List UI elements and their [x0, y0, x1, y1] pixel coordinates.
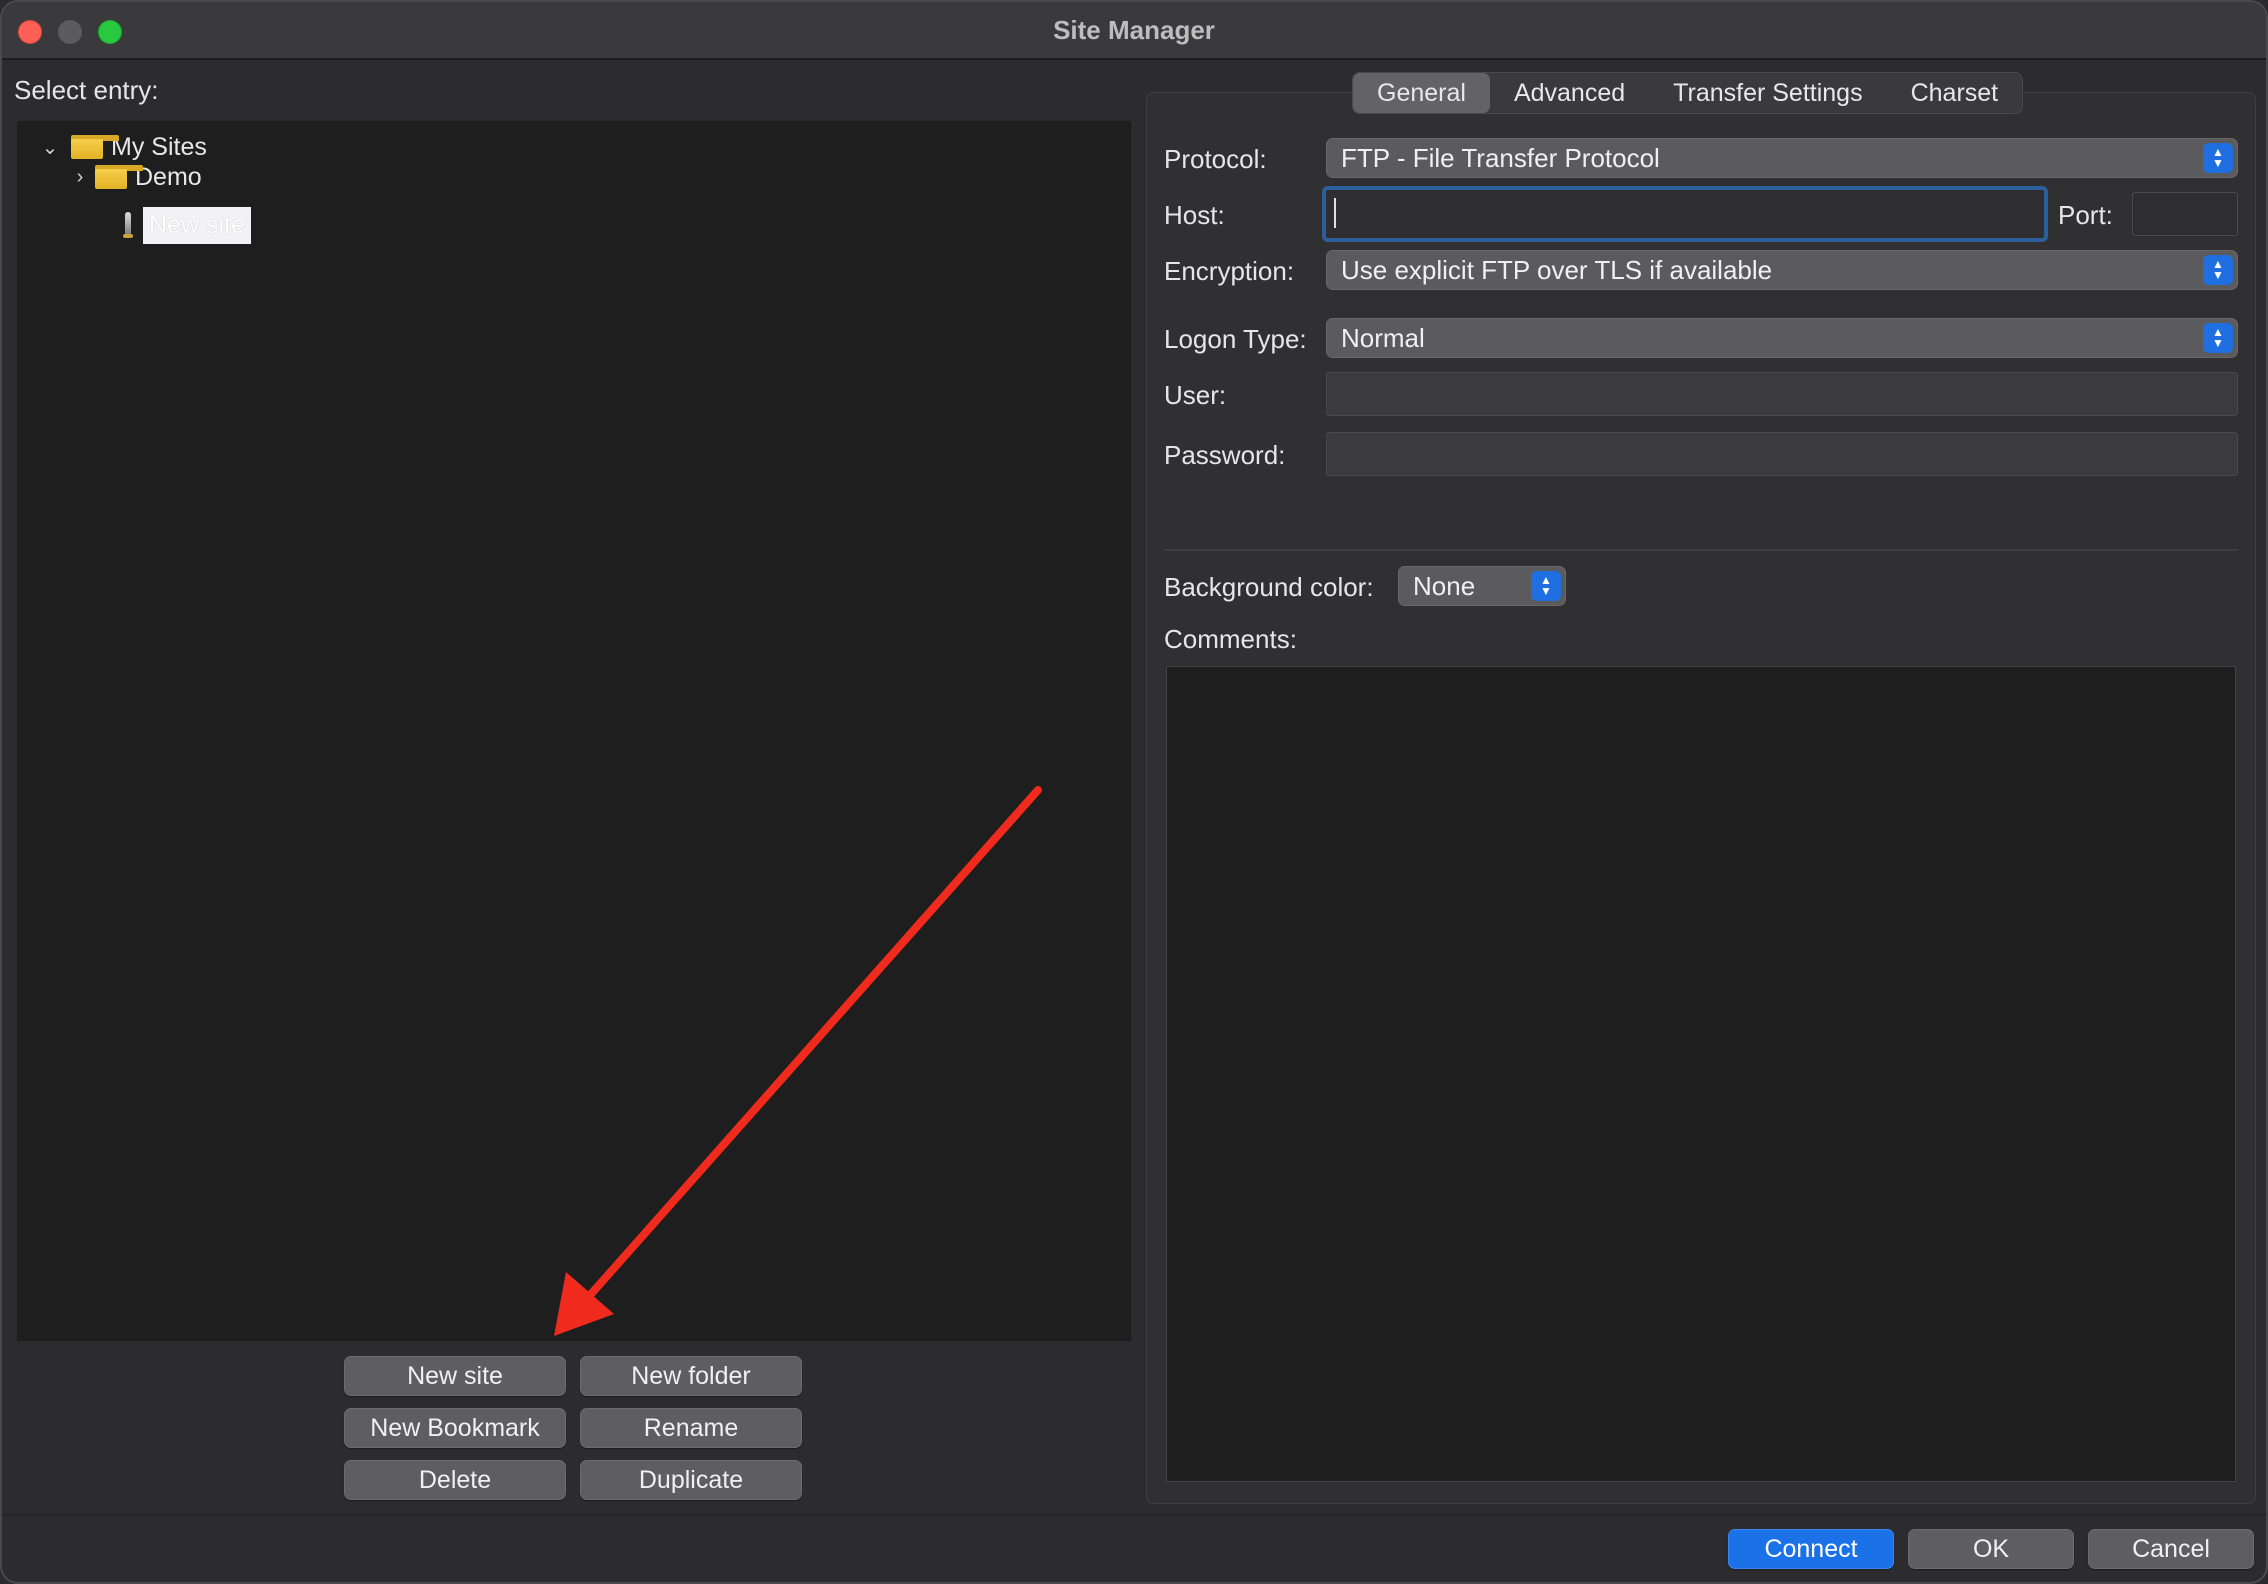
tree-item-new-site[interactable]: New site: [121, 201, 251, 249]
connect-button[interactable]: Connect: [1728, 1529, 1894, 1569]
encryption-value: Use explicit FTP over TLS if available: [1341, 254, 1773, 285]
rename-button[interactable]: Rename: [580, 1408, 802, 1448]
protocol-label: Protocol:: [1164, 144, 1267, 174]
port-input[interactable]: [2132, 192, 2238, 236]
new-site-button[interactable]: New site: [344, 1356, 566, 1396]
site-tree[interactable]: ⌄ My Sites › Demo New site: [16, 120, 1132, 1342]
delete-button[interactable]: Delete: [344, 1460, 566, 1500]
tab-transfer-settings[interactable]: Transfer Settings: [1649, 73, 1886, 113]
updown-chevron-icon: ▲ ▼: [2203, 143, 2233, 173]
encryption-select[interactable]: Use explicit FTP over TLS if available ▲…: [1326, 250, 2238, 290]
logon-type-label: Logon Type:: [1164, 324, 1307, 354]
folder-icon: [95, 165, 143, 189]
protocol-select[interactable]: FTP - File Transfer Protocol ▲ ▼: [1326, 138, 2238, 178]
settings-tabs: General Advanced Transfer Settings Chars…: [1352, 72, 2024, 114]
password-label: Password:: [1164, 440, 1286, 470]
logon-type-select[interactable]: Normal ▲ ▼: [1326, 318, 2238, 358]
form-divider: [1164, 549, 2238, 551]
chevron-down-icon[interactable]: ⌄: [39, 136, 61, 159]
cancel-button[interactable]: Cancel: [2088, 1529, 2254, 1569]
user-input[interactable]: [1326, 372, 2238, 416]
background-color-value: None: [1413, 570, 1476, 601]
tab-charset[interactable]: Charset: [1887, 73, 2023, 113]
comments-label: Comments:: [1164, 624, 1297, 654]
site-icon: [121, 210, 135, 240]
updown-chevron-icon: ▲ ▼: [2203, 323, 2233, 353]
tab-advanced[interactable]: Advanced: [1490, 73, 1649, 113]
updown-chevron-icon: ▲ ▼: [1531, 571, 1561, 601]
background-color-select[interactable]: None ▲ ▼: [1398, 566, 1566, 606]
updown-chevron-icon: ▲ ▼: [2203, 255, 2233, 285]
tree-item-label: New site: [143, 206, 251, 244]
folder-icon: [71, 135, 119, 159]
tab-general[interactable]: General: [1353, 73, 1490, 113]
user-label: User:: [1164, 380, 1227, 410]
site-manager-window: Site Manager Select entry: ⌄ My Sites › …: [0, 0, 2268, 1584]
title-bar: Site Manager: [2, 2, 2266, 60]
select-entry-label: Select entry:: [14, 75, 159, 105]
new-folder-button[interactable]: New folder: [580, 1356, 802, 1396]
encryption-label: Encryption:: [1164, 256, 1295, 286]
tree-item-demo[interactable]: › Demo: [69, 157, 202, 197]
footer-divider: [2, 1514, 2266, 1516]
comments-textarea[interactable]: [1166, 666, 2236, 1482]
password-input[interactable]: [1326, 432, 2238, 476]
text-caret: [1334, 198, 1336, 228]
port-label: Port:: [2058, 200, 2113, 230]
chevron-right-icon[interactable]: ›: [69, 166, 91, 188]
logon-type-value: Normal: [1341, 322, 1425, 353]
ok-button[interactable]: OK: [1908, 1529, 2074, 1569]
tree-item-label: Demo: [135, 162, 202, 191]
duplicate-button[interactable]: Duplicate: [580, 1460, 802, 1500]
new-bookmark-button[interactable]: New Bookmark: [344, 1408, 566, 1448]
background-color-label: Background color:: [1164, 572, 1374, 602]
window-title: Site Manager: [1053, 15, 1215, 45]
protocol-value: FTP - File Transfer Protocol: [1341, 142, 1660, 173]
host-input[interactable]: [1322, 186, 2048, 242]
host-label: Host:: [1164, 200, 1225, 230]
